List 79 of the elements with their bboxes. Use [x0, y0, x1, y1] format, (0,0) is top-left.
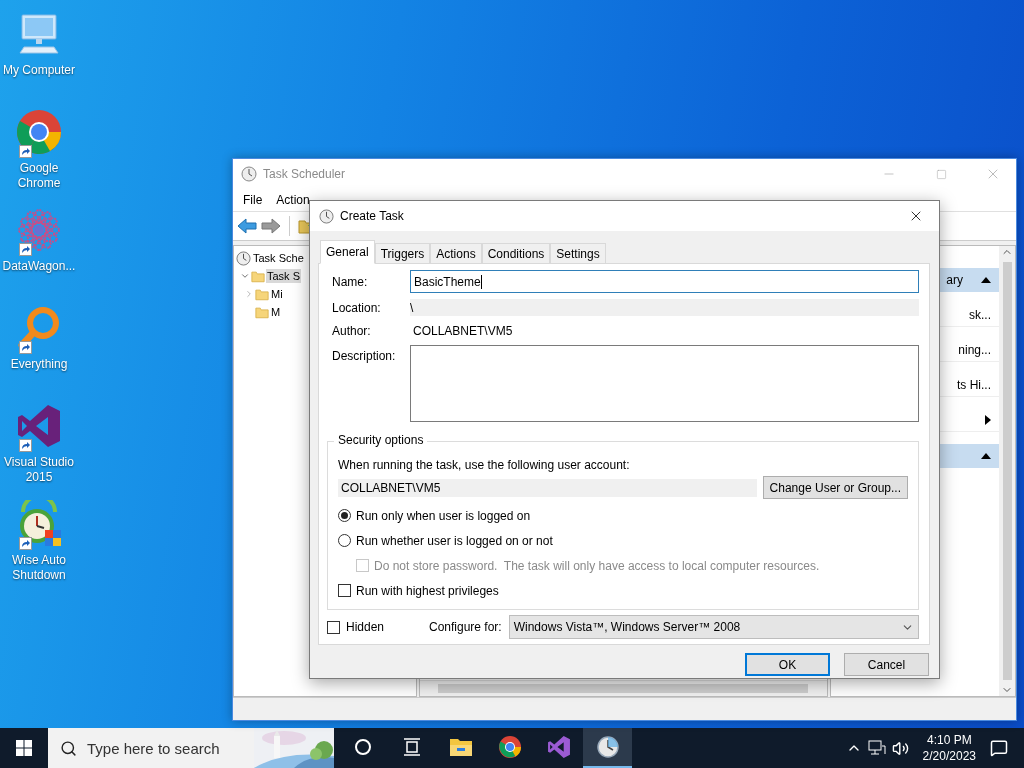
- configure-label: Configure for:: [429, 620, 502, 634]
- location-field: \: [410, 299, 919, 316]
- tree-item[interactable]: Task Sche: [252, 251, 305, 265]
- tree-item[interactable]: Mi: [270, 287, 284, 301]
- user-account-field: COLLABNET\VM5: [338, 478, 757, 497]
- description-field[interactable]: [410, 345, 919, 422]
- search-field[interactable]: Type here to search: [48, 728, 334, 768]
- option-label: Run with highest privileges: [356, 583, 499, 598]
- infinity-logo-icon: [16, 403, 62, 449]
- shortcut-arrow-icon: [19, 439, 32, 452]
- chevron-down-icon[interactable]: [240, 271, 250, 281]
- computer-icon: [16, 11, 62, 57]
- field-label: Name:: [332, 274, 369, 289]
- circle-icon[interactable]: [353, 738, 372, 756]
- folder-icon: [255, 287, 269, 301]
- author-value: COLLABNET\VM5: [412, 323, 514, 338]
- search-icon: [60, 739, 77, 757]
- checkbox[interactable]: [338, 584, 351, 597]
- collapse-triangle-icon[interactable]: [981, 453, 991, 459]
- folder-icon: [251, 269, 265, 283]
- tree-item[interactable]: Task S: [266, 269, 301, 283]
- dialog-button[interactable]: Cancel: [844, 653, 929, 676]
- action-link[interactable]: sk...: [969, 308, 991, 322]
- infinity-logo-icon[interactable]: [546, 735, 571, 759]
- option-label: Run only when user is logged on: [356, 508, 531, 523]
- action-link[interactable]: ning...: [958, 343, 991, 357]
- collapse-triangle-icon[interactable]: [981, 277, 991, 283]
- network-icon[interactable]: [867, 740, 886, 756]
- clock-icon: [241, 166, 257, 182]
- action-link[interactable]: ts Hi...: [957, 378, 991, 392]
- option-label: Run whether user is logged on or not: [356, 533, 553, 548]
- field-label: Description:: [332, 348, 397, 363]
- account-prompt: When running the task, use the following user account:: [338, 458, 631, 472]
- change-user-button[interactable]: Change User or Group...: [762, 476, 908, 499]
- submenu-arrow-icon[interactable]: [985, 415, 991, 425]
- checkbox[interactable]: [327, 620, 340, 634]
- chrome-icon[interactable]: [497, 735, 522, 759]
- tab[interactable]: Settings: [550, 243, 606, 264]
- tab[interactable]: Triggers: [374, 243, 431, 264]
- clock-icon: [319, 208, 334, 224]
- radio-button[interactable]: [338, 534, 351, 547]
- folder-icon[interactable]: [448, 737, 473, 757]
- name-field[interactable]: BasicTheme: [410, 270, 919, 293]
- maximize-icon: [935, 168, 947, 180]
- flower-icon: [16, 207, 62, 253]
- date-text: 2/20/2023: [922, 748, 976, 764]
- clock-icon: [236, 250, 251, 266]
- windows-logo-icon: [16, 740, 32, 756]
- shortcut-arrow-icon: [19, 341, 32, 354]
- window-title: Task Scheduler: [263, 167, 347, 181]
- clock[interactable]: 4:10 PM 2/20/2023: [922, 732, 976, 764]
- option-label: Do not store password. The task will only have access to local computer resources.: [374, 558, 820, 573]
- radio-button[interactable]: [338, 509, 351, 522]
- dialog-button[interactable]: OK: [745, 653, 830, 676]
- tree-item[interactable]: M: [270, 305, 282, 319]
- chrome-icon: [15, 108, 63, 156]
- shortcut-arrow-icon: [19, 537, 32, 550]
- actions-header-label: ary: [945, 273, 963, 287]
- forward-arrow-icon[interactable]: [261, 218, 281, 234]
- field-label: Author:: [332, 323, 372, 338]
- field-label: Location:: [332, 300, 382, 315]
- volume-icon[interactable]: [891, 739, 909, 757]
- notification-icon[interactable]: [990, 739, 1008, 757]
- tab[interactable]: Conditions: [481, 243, 551, 264]
- group-legend: Security options: [334, 433, 428, 447]
- clock-icon[interactable]: [595, 735, 620, 759]
- configure-dropdown[interactable]: Windows Vista™, Windows Server™ 2008: [508, 615, 919, 639]
- back-arrow-icon[interactable]: [237, 218, 257, 234]
- dialog-title: Create Task: [340, 209, 405, 223]
- shortcut-arrow-icon: [19, 243, 32, 256]
- tab[interactable]: General: [320, 240, 375, 264]
- shortcut-arrow-icon: [19, 145, 32, 158]
- task-view-icon[interactable]: [401, 738, 422, 756]
- horizontal-scrollbar[interactable]: [420, 680, 827, 696]
- time-text: 4:10 PM: [926, 732, 972, 748]
- menu-item[interactable]: File: [236, 193, 270, 207]
- folder-icon: [255, 305, 269, 319]
- option-label: Hidden: [346, 620, 385, 634]
- tab[interactable]: Actions: [430, 243, 482, 264]
